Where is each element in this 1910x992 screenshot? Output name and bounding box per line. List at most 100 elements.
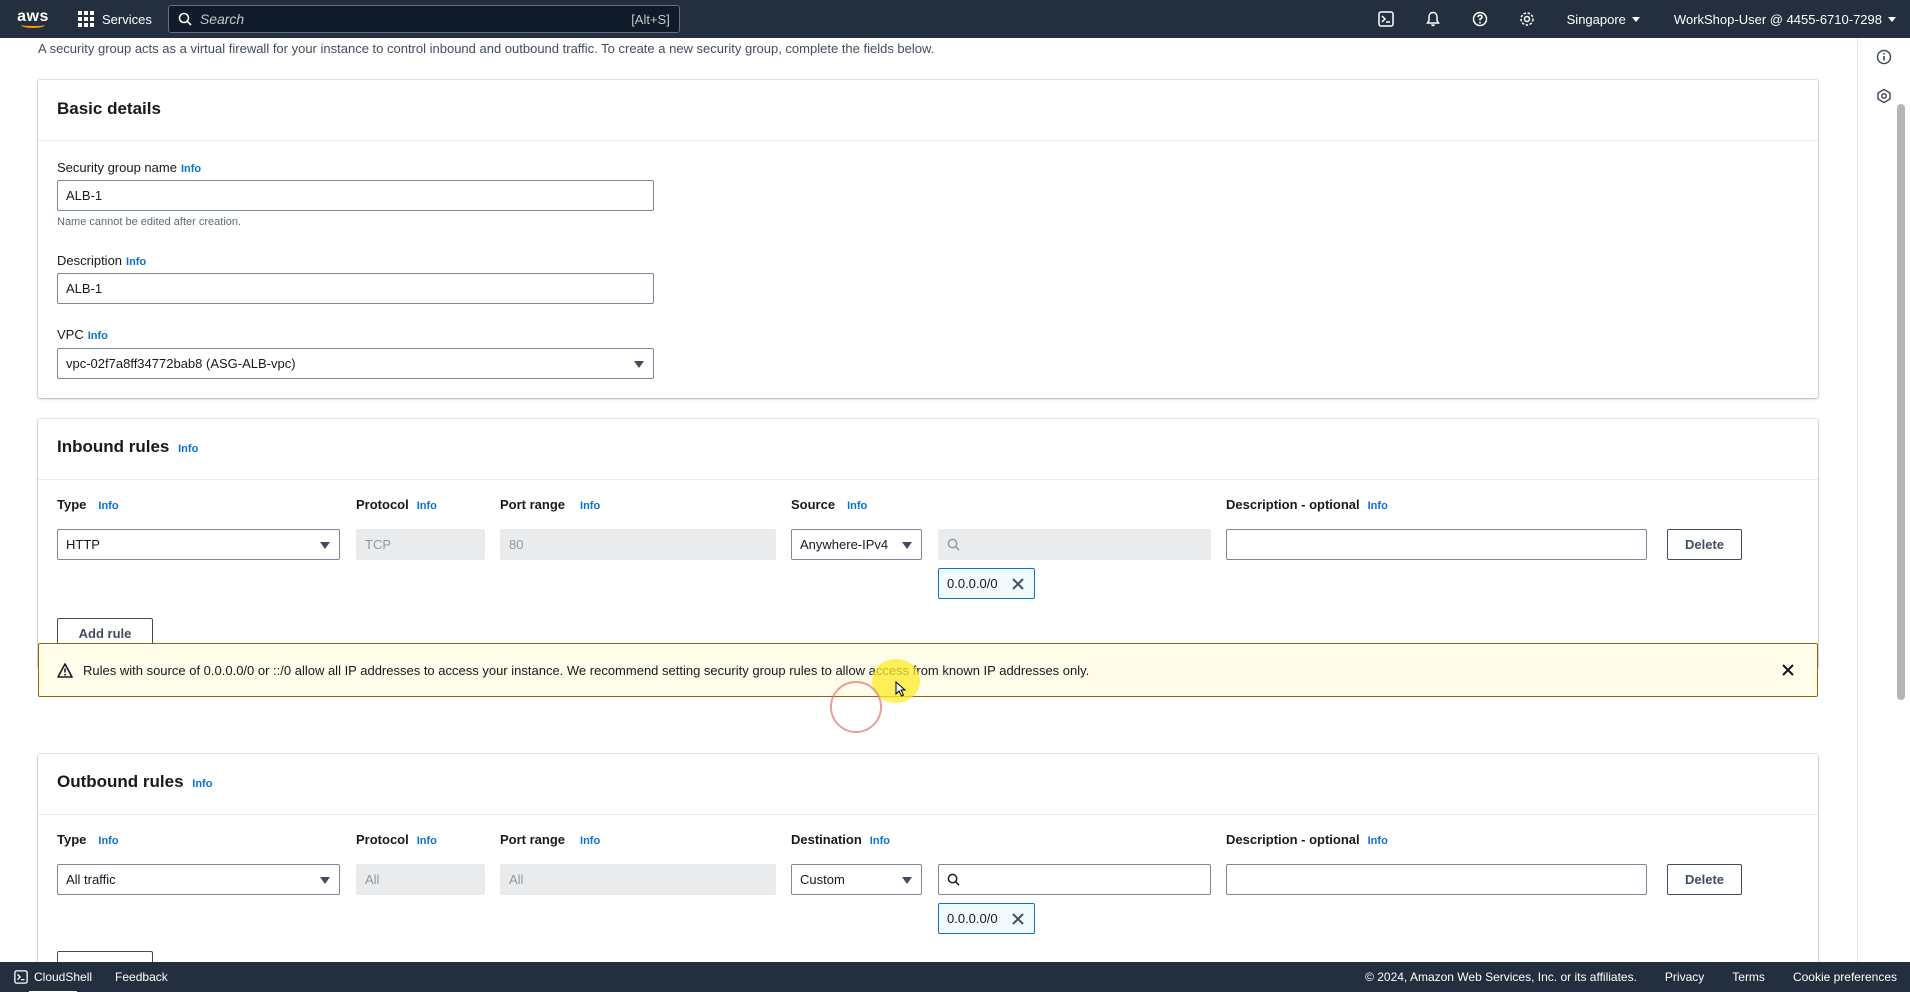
search-input[interactable]	[199, 11, 632, 27]
help-icon[interactable]	[1457, 11, 1504, 27]
caret-down-icon	[1888, 16, 1896, 22]
scrollbar-thumb[interactable]	[1897, 104, 1905, 700]
security-group-name-label: Security group name Info	[57, 160, 201, 175]
info-link[interactable]: Info	[417, 835, 437, 847]
inbound-protocol-field: TCP	[356, 529, 485, 560]
label-text: Destination	[791, 832, 862, 847]
search-icon	[178, 12, 192, 26]
info-link[interactable]: Info	[1368, 500, 1388, 512]
notifications-bell-icon[interactable]	[1410, 11, 1457, 27]
warning-icon	[57, 662, 73, 678]
intro-text: A security group acts as a virtual firew…	[38, 41, 935, 56]
outbound-cidr-token: 0.0.0.0/0	[938, 903, 1035, 934]
terms-link[interactable]: Terms	[1732, 970, 1765, 984]
outbound-type-select[interactable]: All traffic	[57, 864, 340, 895]
label-text: Security group name	[57, 160, 177, 175]
privacy-link[interactable]: Privacy	[1665, 970, 1704, 984]
cloudshell-button[interactable]: CloudShell	[14, 970, 92, 992]
label-text: Type	[57, 832, 87, 847]
feedback-compass-icon[interactable]	[1876, 88, 1892, 109]
col-protocol-label: Protocol Info	[356, 497, 437, 512]
outbound-description-input[interactable]	[1226, 864, 1647, 895]
label-text: Type	[57, 497, 87, 512]
title-text: Inbound rules	[57, 437, 170, 456]
search-box[interactable]: [Alt+S]	[167, 5, 680, 33]
col-destination-label: Destination Info	[791, 832, 890, 847]
vpc-label: VPC Info	[57, 327, 108, 342]
inbound-rules-panel: Inbound rules Info Type Info Protocol Info…	[38, 419, 1818, 668]
inbound-description-input[interactable]	[1226, 529, 1647, 560]
label-text: VPC	[57, 327, 84, 342]
field-value: All	[365, 872, 380, 887]
search-shortcut: [Alt+S]	[631, 11, 670, 27]
info-link[interactable]: Info	[192, 778, 212, 790]
info-link[interactable]: Info	[580, 835, 600, 847]
title-text: Outbound rules	[57, 772, 184, 791]
console-footer: CloudShell Feedback © 2024, Amazon Web S…	[0, 962, 1910, 992]
info-link[interactable]: Info	[126, 256, 146, 268]
search-icon	[947, 873, 960, 886]
footer-links: © 2024, Amazon Web Services, Inc. or its…	[1337, 970, 1897, 984]
info-link[interactable]: Info	[1368, 835, 1388, 847]
cookie-preferences-link[interactable]: Cookie preferences	[1793, 970, 1897, 984]
info-circle-icon[interactable]	[1876, 49, 1892, 70]
close-icon[interactable]	[1011, 912, 1024, 925]
outbound-cidr-search-input[interactable]	[938, 864, 1211, 895]
caret-down-icon	[902, 877, 912, 884]
click-indicator	[830, 681, 882, 733]
nav-right-group: Singapore WorkShop-User @ 4455-6710-7298	[1363, 0, 1910, 38]
select-value: Anywhere-IPv4	[800, 537, 889, 552]
inbound-delete-button[interactable]: Delete	[1667, 529, 1742, 560]
field-value: TCP	[365, 537, 391, 552]
field-value: 80	[509, 537, 524, 552]
open-access-warning: Rules with source of 0.0.0.0/0 or ::/0 a…	[38, 643, 1818, 697]
info-link[interactable]: Info	[181, 163, 201, 175]
description-input[interactable]: ALB-1	[57, 273, 654, 304]
services-menu-button[interactable]: Services	[78, 11, 152, 27]
inbound-type-select[interactable]: HTTP	[57, 529, 340, 560]
account-menu[interactable]: WorkShop-User @ 4455-6710-7298	[1674, 12, 1896, 27]
label-text: Protocol	[356, 497, 409, 512]
col-type-label: Type Info	[57, 832, 119, 847]
cloudshell-icon[interactable]	[1363, 11, 1410, 27]
input-value: ALB-1	[66, 281, 103, 296]
outbound-delete-button[interactable]: Delete	[1667, 864, 1742, 895]
info-link[interactable]: Info	[580, 500, 600, 512]
select-value: vpc-02f7a8ff34772bab8 (ASG-ALB-vpc)	[66, 356, 296, 371]
vpc-select[interactable]: vpc-02f7a8ff34772bab8 (ASG-ALB-vpc)	[57, 348, 654, 379]
inbound-rules-title: Inbound rules Info	[57, 437, 198, 457]
info-link[interactable]: Info	[870, 835, 890, 847]
info-link[interactable]: Info	[417, 500, 437, 512]
select-value: Custom	[800, 872, 845, 887]
warning-text: Rules with source of 0.0.0.0/0 or ::/0 a…	[83, 662, 1090, 678]
col-protocol-label: Protocol Info	[356, 832, 437, 847]
info-link[interactable]: Info	[847, 500, 867, 512]
col-port-label: Port range Info	[500, 497, 600, 512]
col-port-label: Port range Info	[500, 832, 600, 847]
feedback-link[interactable]: Feedback	[115, 970, 168, 984]
caret-down-icon	[634, 361, 644, 368]
select-value: All traffic	[66, 872, 116, 887]
info-link[interactable]: Info	[98, 500, 118, 512]
aws-logo[interactable]: aws	[17, 6, 49, 32]
info-link[interactable]: Info	[88, 330, 108, 342]
dismiss-close-icon[interactable]	[1781, 663, 1795, 677]
info-link[interactable]: Info	[178, 443, 198, 455]
security-group-name-input[interactable]: ALB-1	[57, 180, 654, 211]
basic-details-title: Basic details	[57, 99, 161, 118]
outbound-destination-select[interactable]: Custom	[791, 864, 922, 895]
inbound-cidr-token: 0.0.0.0/0	[938, 568, 1035, 599]
outbound-port-field: All	[500, 864, 776, 895]
col-source-label: Source Info	[791, 497, 867, 512]
panel-header: Outbound rules Info	[38, 754, 1818, 815]
mouse-pointer-icon	[895, 680, 907, 702]
inbound-cidr-search-input[interactable]	[938, 529, 1211, 560]
info-link[interactable]: Info	[98, 835, 118, 847]
close-icon[interactable]	[1011, 577, 1024, 590]
panel-header: Basic details	[38, 80, 1818, 141]
settings-gear-icon[interactable]	[1504, 11, 1551, 27]
add-rule-button[interactable]	[57, 951, 153, 962]
region-selector[interactable]: Singapore	[1567, 12, 1640, 27]
inbound-source-select[interactable]: Anywhere-IPv4	[791, 529, 922, 560]
caret-down-icon	[902, 542, 912, 549]
